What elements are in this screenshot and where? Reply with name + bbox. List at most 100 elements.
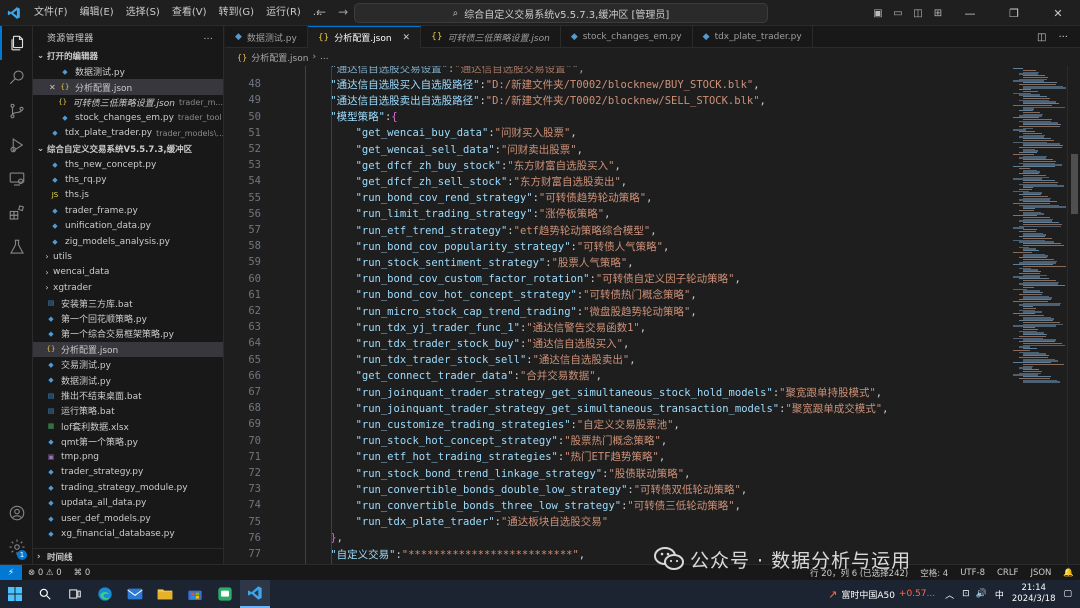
account-icon[interactable] <box>0 496 33 530</box>
language-mode[interactable]: JSON <box>1024 568 1057 578</box>
maximize-button[interactable]: ❐ <box>992 7 1036 20</box>
code-editor[interactable]: "通达信自选股交易设置":"通达信自选股交易设置"", 48 "通达信自选股买入自… <box>225 66 1005 564</box>
file-item[interactable]: ◆ 交易测试.py <box>33 357 223 372</box>
file-explorer-icon[interactable] <box>150 580 180 608</box>
menu-item[interactable]: 转到(G) <box>213 0 261 26</box>
menu-item[interactable]: 文件(F) <box>28 0 74 26</box>
folder-item[interactable]: › xgtrader <box>33 280 223 295</box>
source-control-icon[interactable] <box>0 94 33 128</box>
stock-ticker-name[interactable]: 富时中国A50 <box>841 588 895 601</box>
file-item[interactable]: ▤ 安装第三方库.bat <box>33 295 223 310</box>
settings-gear-icon[interactable]: 1 <box>0 530 33 564</box>
back-arrow-icon[interactable]: ← <box>316 5 326 19</box>
menu-item[interactable]: 选择(S) <box>120 0 166 26</box>
customize-layout-icon[interactable]: ⊞ <box>928 8 948 19</box>
file-item[interactable]: ◆ trader_strategy.py <box>33 465 223 480</box>
breadcrumb-ellipsis[interactable]: ... <box>320 52 329 62</box>
open-editor-item[interactable]: ◆ tdx_plate_trader.py trader_models\... <box>33 126 223 141</box>
open-editor-item[interactable]: {} 可转债三低策略设置.json trader_m... <box>33 95 223 110</box>
close-icon[interactable]: ✕ <box>49 83 59 92</box>
split-editor-icon[interactable]: ◫ <box>1037 32 1046 43</box>
file-item[interactable]: ◆ ths_new_concept.py <box>33 157 223 172</box>
project-section[interactable]: ⌄ 综合自定义交易系统V5.5.7.3,缓冲区 <box>33 141 223 157</box>
editor-tab[interactable]: ◆ tdx_plate_trader.py <box>693 26 813 48</box>
file-item[interactable]: ◆ xg_financial_database.py <box>33 526 223 541</box>
folder-item[interactable]: › wencai_data <box>33 265 223 280</box>
indentation[interactable]: 空格: 4 <box>914 567 954 579</box>
file-item[interactable]: ▤ 运行策略.bat <box>33 403 223 418</box>
file-item[interactable]: ◆ 数据测试.py <box>33 372 223 387</box>
editor-tab[interactable]: ◆ stock_changes_em.py <box>561 26 693 48</box>
close-tab-icon[interactable]: ✕ <box>403 33 411 43</box>
line-number: 69 <box>248 418 261 431</box>
ime-indicator[interactable]: 中 <box>995 588 1004 601</box>
editor-tab[interactable]: {} 可转债三低策略设置.json <box>421 26 561 48</box>
file-item[interactable]: ◆ trading_strategy_module.py <box>33 480 223 495</box>
breadcrumb-file[interactable]: 分析配置.json <box>251 51 308 64</box>
menu-item[interactable]: 编辑(E) <box>74 0 120 26</box>
vscode-taskbar-icon[interactable] <box>240 580 270 608</box>
file-item[interactable]: JS ths.js <box>33 188 223 203</box>
more-actions-icon[interactable]: ··· <box>1058 32 1068 43</box>
file-item[interactable]: {} 分析配置.json <box>33 341 223 358</box>
network-icon[interactable]: ⊡ <box>962 589 970 599</box>
menu-item[interactable]: 运行(R) <box>260 0 307 26</box>
notification-center-icon[interactable]: ▢ <box>1063 589 1072 599</box>
file-item[interactable]: ◆ updata_all_data.py <box>33 496 223 511</box>
file-item[interactable]: ◆ trader_frame.py <box>33 203 223 218</box>
file-item[interactable]: ◆ zig_models_analysis.py <box>33 234 223 249</box>
windows-start-icon[interactable] <box>0 580 30 608</box>
taskbar-clock[interactable]: 21:14 2024/3/18 <box>1004 583 1064 605</box>
minimize-button[interactable]: — <box>948 7 992 20</box>
file-item[interactable]: ◆ unification_data.py <box>33 219 223 234</box>
open-editors-section[interactable]: ⌄ 打开的编辑器 <box>33 48 223 64</box>
minimap[interactable] <box>1005 66 1067 564</box>
explorer-icon[interactable] <box>0 26 33 60</box>
search-icon[interactable] <box>0 60 33 94</box>
editor-tab[interactable]: {} 分析配置.json ✕ <box>307 26 422 48</box>
file-item[interactable]: ▦ lof套利数据.xlsx <box>33 419 223 434</box>
open-editor-item[interactable]: ◆ 数据测试.py <box>33 64 223 79</box>
task-view-icon[interactable] <box>60 580 90 608</box>
ports-status[interactable]: ⌘ 0 <box>68 568 97 578</box>
folder-item[interactable]: › utils <box>33 249 223 264</box>
editor-scrollbar[interactable] <box>1067 66 1080 564</box>
run-debug-icon[interactable] <box>0 128 33 162</box>
notifications-bell-icon[interactable]: 🔔 <box>1057 568 1080 578</box>
remote-explorer-icon[interactable] <box>0 162 33 196</box>
open-editor-item[interactable]: ✕{} 分析配置.json <box>33 79 223 95</box>
file-item[interactable]: ◆ 第一个回花顺策略.py <box>33 311 223 326</box>
forward-arrow-icon[interactable]: → <box>338 5 348 19</box>
taskbar-search-icon[interactable] <box>30 580 60 608</box>
open-editor-item[interactable]: ◆ stock_changes_em.py trader_tool <box>33 110 223 125</box>
toggle-panel-icon[interactable]: ▭ <box>888 8 908 19</box>
extensions-icon[interactable] <box>0 196 33 230</box>
volume-icon[interactable]: 🔊 <box>976 589 987 599</box>
end-of-line[interactable]: CRLF <box>991 568 1024 578</box>
scrollbar-thumb[interactable] <box>1071 154 1078 214</box>
tray-chevron-icon[interactable]: ︿ <box>945 588 954 601</box>
timeline-section[interactable]: › 时间线 <box>33 548 223 564</box>
more-actions-icon[interactable]: ... <box>204 32 213 42</box>
testing-flask-icon[interactable] <box>0 230 33 264</box>
command-center-search[interactable]: ⌕ 综合自定义交易系统v5.5.7.3,缓冲区 [管理员] <box>354 3 768 23</box>
toggle-secondary-sidebar-icon[interactable]: ◫ <box>908 8 928 19</box>
file-item[interactable]: ◆ qmt第一个策略.py <box>33 434 223 449</box>
mail-icon[interactable] <box>120 580 150 608</box>
remote-indicator-icon[interactable]: ⚡ <box>0 564 22 581</box>
encoding[interactable]: UTF-8 <box>954 568 991 578</box>
file-item[interactable]: ◆ user_def_models.py <box>33 511 223 526</box>
file-item[interactable]: ▣ tmp.png <box>33 449 223 464</box>
edge-browser-icon[interactable] <box>90 580 120 608</box>
file-item[interactable]: ◆ 第一个综合交易框架策略.py <box>33 326 223 341</box>
editor-tab[interactable]: ◆ 数据测试.py <box>225 26 308 48</box>
store-icon[interactable] <box>180 580 210 608</box>
menu-item[interactable]: 查看(V) <box>166 0 213 26</box>
file-item[interactable]: ▤ 推出不结束桌面.bat <box>33 388 223 403</box>
wechat-app-icon[interactable] <box>210 580 240 608</box>
problems-status[interactable]: ⊗ 0 ⚠ 0 <box>22 568 68 578</box>
line-number: 48 <box>248 78 261 91</box>
file-item[interactable]: ◆ ths_rq.py <box>33 172 223 187</box>
toggle-sidebar-icon[interactable]: ▣ <box>868 8 888 19</box>
close-button[interactable]: ✕ <box>1036 7 1080 20</box>
